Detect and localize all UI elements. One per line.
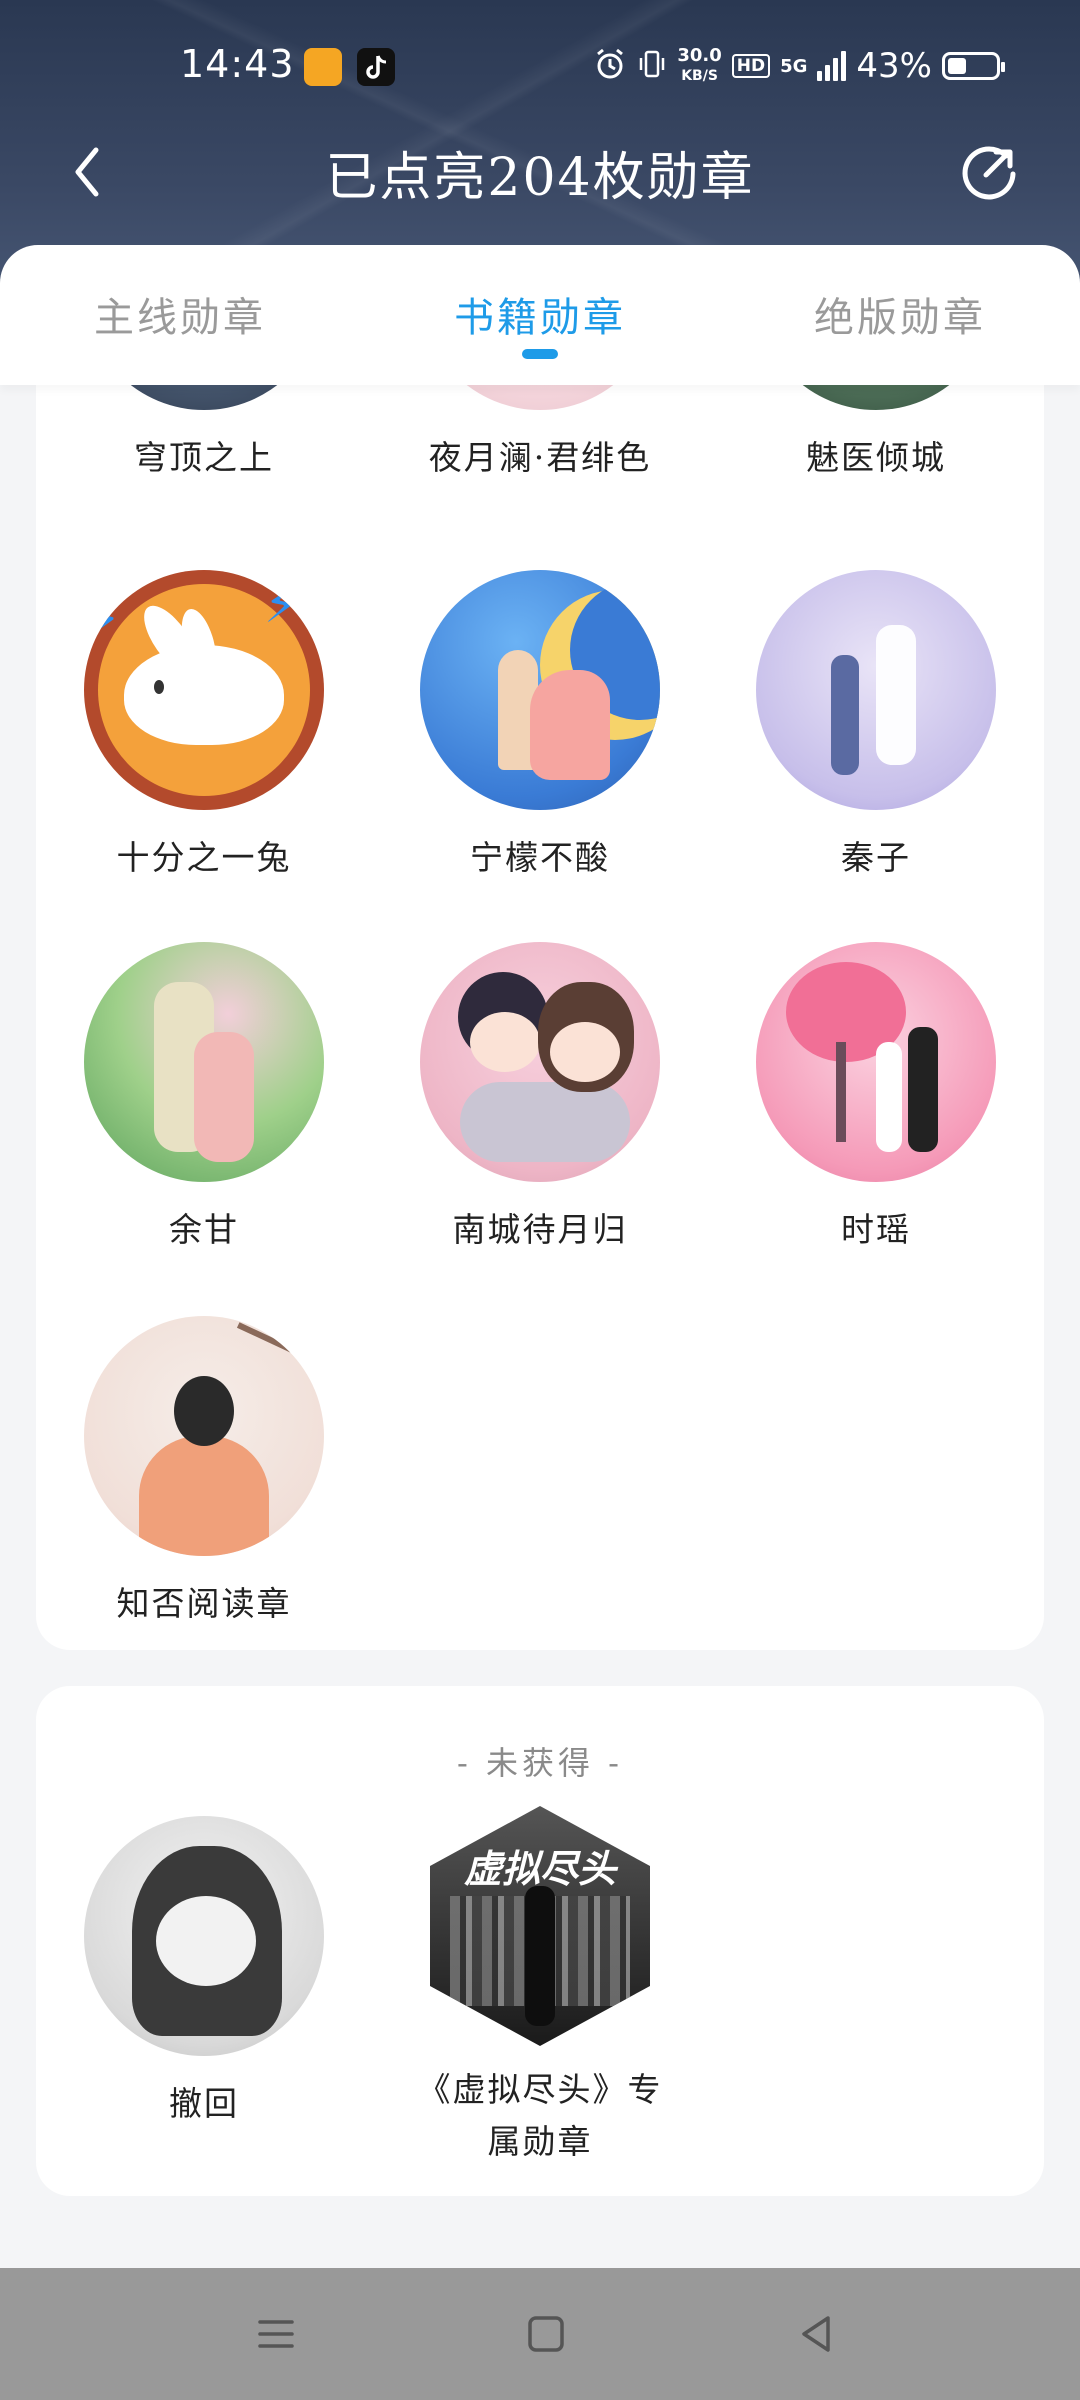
badge-name: 余甘: [169, 1210, 239, 1249]
badge-item[interactable]: ⚡ ⚡ 十分之一兔: [36, 570, 372, 884]
page-title: 已点亮204枚勋章: [325, 148, 755, 208]
badge-name-line2: 属勋章: [487, 2122, 593, 2161]
badge-item[interactable]: 时瑶: [708, 942, 1044, 1256]
status-bar: 14:43 30.0 KB/S HD 5G 43%: [0, 0, 1080, 130]
badge-name: 夜月澜·君绯色: [428, 438, 652, 477]
badge-image: [756, 942, 996, 1182]
locked-badge-item[interactable]: 虚拟尽头 《虚拟尽头》专 属勋章: [372, 1806, 708, 2168]
weibo-icon: [304, 48, 342, 86]
tab-book-badges[interactable]: 书籍勋章: [420, 285, 660, 343]
signal-icon: [817, 51, 847, 81]
badge-image: [84, 942, 324, 1182]
home-icon: [528, 2316, 564, 2352]
network-type: 5G: [780, 55, 808, 77]
net-speed-unit: KB/S: [681, 68, 718, 84]
tab-main-badges[interactable]: 主线勋章: [60, 285, 300, 343]
menu-icon: [258, 2320, 294, 2348]
badge-logo-text: 虚拟尽头: [463, 1846, 616, 1891]
home-button[interactable]: [516, 2304, 576, 2364]
back-triangle-icon: [802, 2316, 830, 2352]
active-tab-indicator: [522, 349, 558, 359]
badge-item[interactable]: 宁檬不酸: [372, 570, 708, 884]
net-speed: 30.0 KB/S: [677, 46, 721, 86]
locked-badges-card: - 未获得 - 撤回 虚拟尽头 《虚拟尽头》专 属勋章: [36, 1686, 1044, 2196]
badge-name: 《虚拟尽头》专 属勋章: [372, 2064, 708, 2168]
badge-tabs: 主线勋章 书籍勋章 绝版勋章: [0, 245, 1080, 385]
refresh-button[interactable]: [956, 140, 1022, 206]
vibrate-icon: [637, 47, 667, 85]
tab-limited-badges[interactable]: 绝版勋章: [780, 285, 1020, 343]
badge-image: [420, 570, 660, 810]
badge-image: [84, 1316, 324, 1556]
badge-image: ⚡ ⚡: [84, 570, 324, 810]
badge-name: 知否阅读章: [116, 1584, 292, 1623]
tiktok-icon: [357, 48, 395, 86]
system-nav-bar: [0, 2268, 1080, 2400]
badge-name-line1: 《虚拟尽头》专: [417, 2070, 663, 2109]
badge-name: 穹顶之上: [134, 438, 274, 477]
locked-badge-item[interactable]: 撤回: [36, 1816, 372, 2130]
badge-image: [756, 570, 996, 810]
alarm-icon: [593, 47, 627, 85]
badge-name: 南城待月归: [452, 1210, 628, 1249]
badge-name: 秦子: [841, 838, 911, 877]
hd-badge: HD: [731, 54, 771, 78]
locked-section-title: - 未获得 -: [457, 1744, 623, 1782]
badge-item[interactable]: 知否阅读章: [36, 1316, 372, 1630]
badge-image: [420, 942, 660, 1182]
badge-name: 十分之一兔: [116, 838, 292, 877]
earned-badges-card: 穹顶之上 夜月澜·君绯色 魅医倾城 ⚡ ⚡ 十分之一兔 宁檬不酸 秦子 余甘 南…: [36, 300, 1044, 1650]
battery-icon: [942, 52, 1005, 80]
status-indicators: 30.0 KB/S HD 5G 43%: [593, 44, 1005, 88]
badge-item[interactable]: 余甘: [36, 942, 372, 1256]
back-nav-button[interactable]: [786, 2304, 846, 2364]
badge-image: 虚拟尽头: [430, 1806, 650, 2046]
refresh-icon: [962, 146, 1016, 200]
badge-item[interactable]: 秦子: [708, 570, 1044, 884]
badge-name: 魅医倾城: [806, 438, 946, 477]
badge-item[interactable]: 南城待月归: [372, 942, 708, 1256]
badge-image: [84, 1816, 324, 2056]
badge-name: 时瑶: [841, 1210, 911, 1249]
badge-name: 宁檬不酸: [470, 838, 610, 877]
status-time: 14:43: [180, 42, 295, 86]
badge-name: 撤回: [169, 2084, 239, 2123]
menu-button[interactable]: [246, 2304, 306, 2364]
net-speed-value: 30.0: [677, 45, 722, 66]
battery-percent: 43%: [856, 46, 932, 86]
